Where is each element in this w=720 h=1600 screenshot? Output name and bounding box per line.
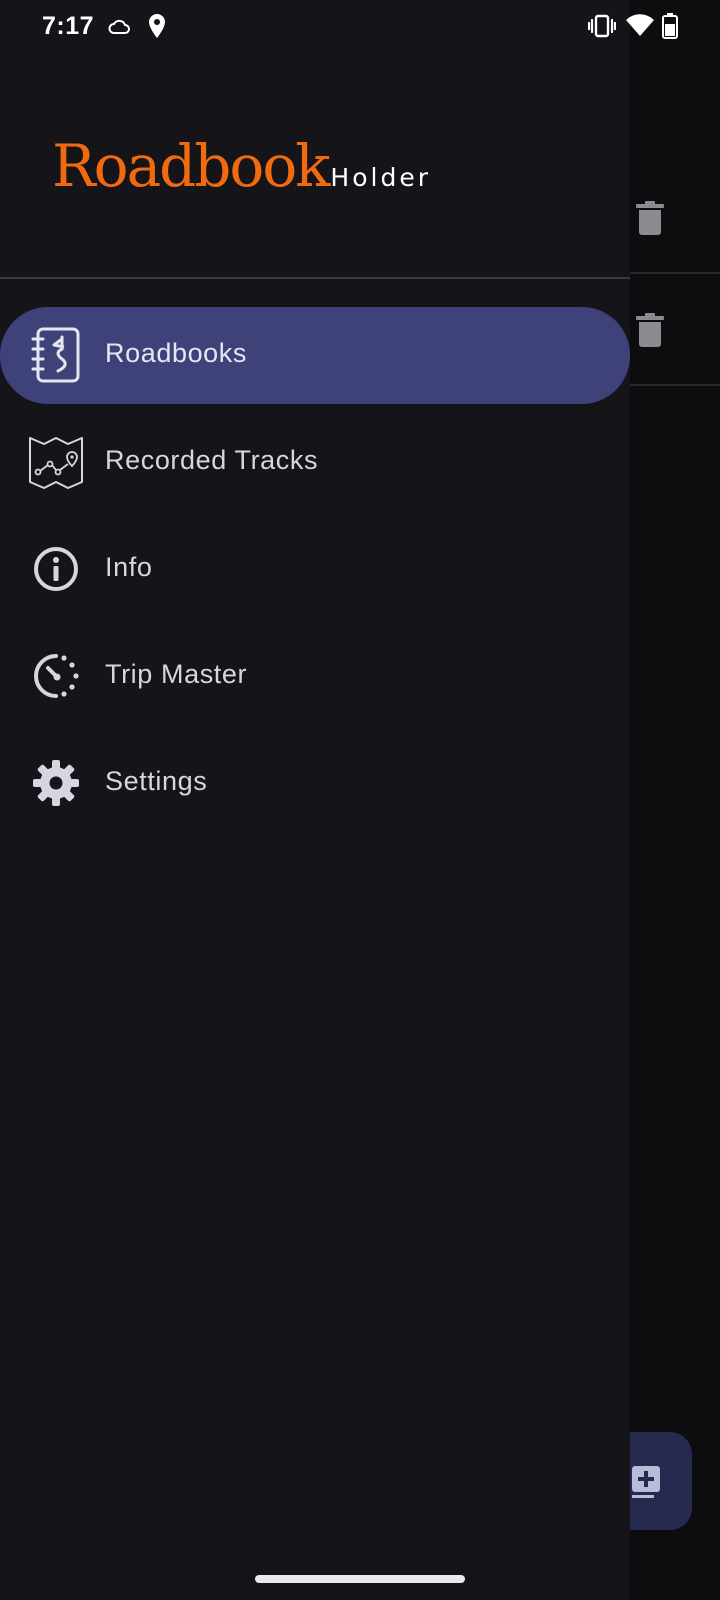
add-document-icon [632,1466,660,1498]
trash-icon[interactable] [636,201,664,235]
screen: RoadbookHolder Roadbooks Recorded Tracks… [0,0,720,1600]
status-time: 7:17 [42,12,95,40]
trash-icon[interactable] [636,313,664,347]
info-icon [34,547,78,591]
nav-item-roadbooks[interactable]: Roadbooks [0,307,630,404]
logo-sub-text: Holder [330,163,431,192]
location-pin-icon [149,14,165,38]
gear-icon [33,760,79,806]
header-divider [0,277,630,279]
trip-master-icon [34,654,79,698]
map-track-icon [29,437,83,489]
nav-item-info[interactable]: Info [0,521,630,618]
app-logo: RoadbookHolder [52,132,431,202]
nav-label-info: Info [105,552,153,582]
nav-item-settings[interactable]: Settings [0,735,630,832]
nav-label-roadbooks: Roadbooks [105,338,247,368]
vibrate-icon [588,14,616,38]
list-divider [630,272,720,274]
nav-label-recorded-tracks: Recorded Tracks [105,445,319,475]
navigation-drawer: RoadbookHolder Roadbooks Recorded Tracks… [0,0,630,1600]
logo-main-text: Roadbook [52,132,330,200]
list-divider [630,384,720,386]
gesture-navigation-bar[interactable] [255,1575,465,1583]
status-bar: 7:17 [0,0,720,56]
nav-label-settings: Settings [105,766,208,796]
cloud-icon [108,19,130,34]
wifi-icon [626,14,654,37]
nav-label-trip-master: Trip Master [105,659,248,689]
nav-item-recorded-tracks[interactable]: Recorded Tracks [0,414,630,511]
roadbook-icon [31,327,80,383]
nav-item-trip-master[interactable]: Trip Master [0,628,630,725]
battery-icon [662,13,678,39]
drawer-nav-list: Roadbooks Recorded Tracks Info Trip Mast… [0,307,630,842]
